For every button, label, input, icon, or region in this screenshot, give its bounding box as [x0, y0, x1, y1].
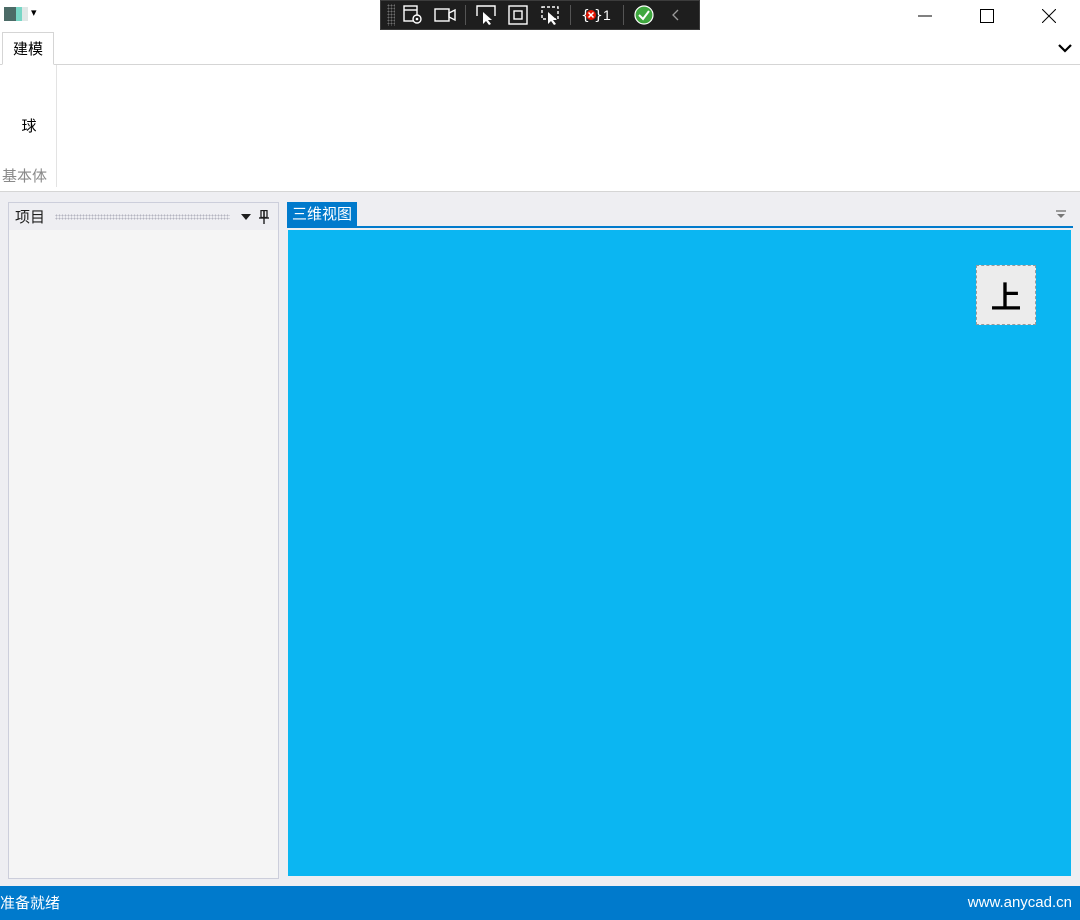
3d-viewport[interactable]: 上: [288, 230, 1071, 876]
toolbar-grip-icon[interactable]: [387, 4, 395, 26]
debug-toolbar: {} 1: [380, 0, 700, 30]
display-layout-adorners-icon[interactable]: [504, 3, 532, 27]
binding-failures-icon[interactable]: {}: [577, 3, 605, 27]
tab-3d-view[interactable]: 三维视图: [287, 202, 358, 227]
sphere-button[interactable]: 球: [4, 105, 54, 145]
app-icon[interactable]: [4, 7, 28, 21]
ribbon-tab-bar: 建模: [0, 32, 1080, 65]
status-text: 准备就绪: [0, 894, 61, 912]
collapse-icon[interactable]: [662, 3, 690, 27]
track-focus-icon[interactable]: [536, 3, 564, 27]
minimize-button[interactable]: [894, 0, 956, 32]
minimize-icon: [918, 15, 932, 17]
maximize-icon: [980, 9, 994, 23]
chevron-down-icon: [1058, 44, 1072, 53]
project-panel-title: 项目: [15, 208, 46, 226]
dropdown-arrow-icon[interactable]: [238, 209, 254, 225]
panel-grip[interactable]: [55, 213, 230, 220]
ribbon-collapse-button[interactable]: [1054, 38, 1076, 58]
close-icon: [1042, 9, 1056, 23]
ribbon-group-label: 基本体: [2, 167, 48, 185]
record-icon[interactable]: [431, 3, 459, 27]
pin-icon[interactable]: [254, 209, 274, 225]
ribbon-panel: 球 基本体: [0, 65, 1080, 192]
ribbon-group-primitives: 球 基本体: [0, 65, 57, 187]
status-bar: 准备就绪 www.anycad.cn: [0, 886, 1080, 920]
project-panel: 项目: [8, 202, 279, 879]
maximize-button[interactable]: [956, 0, 1018, 32]
xaml-hot-reload-icon[interactable]: [630, 3, 658, 27]
status-url: www.anycad.cn: [967, 894, 1072, 911]
project-panel-header[interactable]: 项目: [9, 203, 278, 230]
title-bar: ▾ {} 1: [0, 0, 1080, 32]
quick-access-dropdown-icon[interactable]: ▾: [31, 6, 43, 20]
dock-area: 项目 三维视图 上: [0, 192, 1080, 886]
live-visual-tree-icon[interactable]: [399, 3, 427, 27]
select-element-icon[interactable]: [472, 3, 500, 27]
tab-modeling[interactable]: 建模: [2, 32, 54, 65]
document-tab-strip: 三维视图: [287, 202, 1073, 228]
tab-list-dropdown-icon[interactable]: [1053, 206, 1069, 222]
close-button[interactable]: [1018, 0, 1080, 32]
view-cube-top-face[interactable]: 上: [976, 265, 1036, 325]
binding-failures-count: 1: [603, 7, 611, 23]
